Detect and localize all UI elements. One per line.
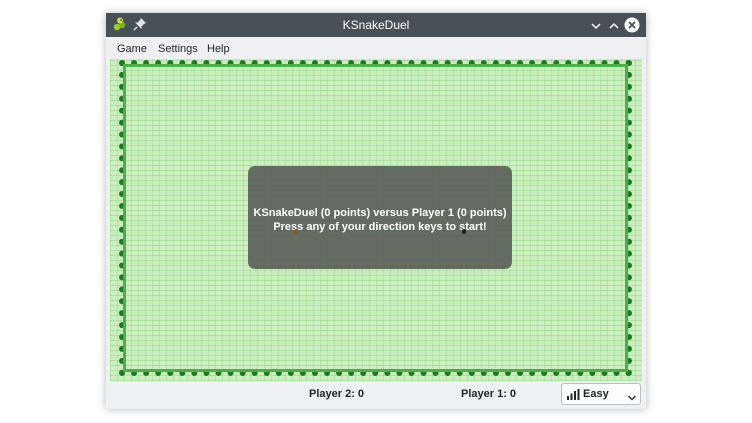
window-title: KSnakeDuel [342, 18, 410, 32]
menu-settings[interactable]: Settings [158, 43, 198, 55]
minimize-chevron-icon[interactable] [590, 19, 602, 37]
title-bar[interactable]: KSnakeDuel [106, 13, 646, 37]
difficulty-level-icon [567, 389, 581, 403]
difficulty-select[interactable]: Easy [561, 383, 641, 405]
game-board[interactable]: KSnakeDuel (0 points) versus Player 1 (0… [110, 59, 642, 381]
player2-score: Player 2: 0 [309, 388, 365, 400]
maximize-chevron-icon[interactable] [608, 19, 620, 37]
menu-game[interactable]: Game [117, 43, 147, 55]
menu-help[interactable]: Help [207, 43, 230, 55]
status-bar: Player 2: 0 Player 1: 0 Easy [106, 381, 646, 409]
player-left-start-marker [294, 229, 298, 234]
score-message: KSnakeDuel (0 points) versus Player 1 (0… [253, 207, 507, 219]
menu-bar: Game Settings Help [106, 37, 646, 59]
close-icon[interactable] [624, 17, 640, 38]
start-message-overlay: KSnakeDuel (0 points) versus Player 1 (0… [248, 166, 512, 269]
difficulty-value: Easy [583, 388, 609, 400]
start-instructions: Press any of your direction keys to star… [273, 221, 487, 233]
player-right-start-marker [462, 229, 466, 234]
chevron-down-icon [628, 392, 636, 404]
app-window: KSnakeDuel Game Settings Help KSnakeDuel… [106, 13, 646, 409]
player1-score: Player 1: 0 [461, 388, 517, 400]
